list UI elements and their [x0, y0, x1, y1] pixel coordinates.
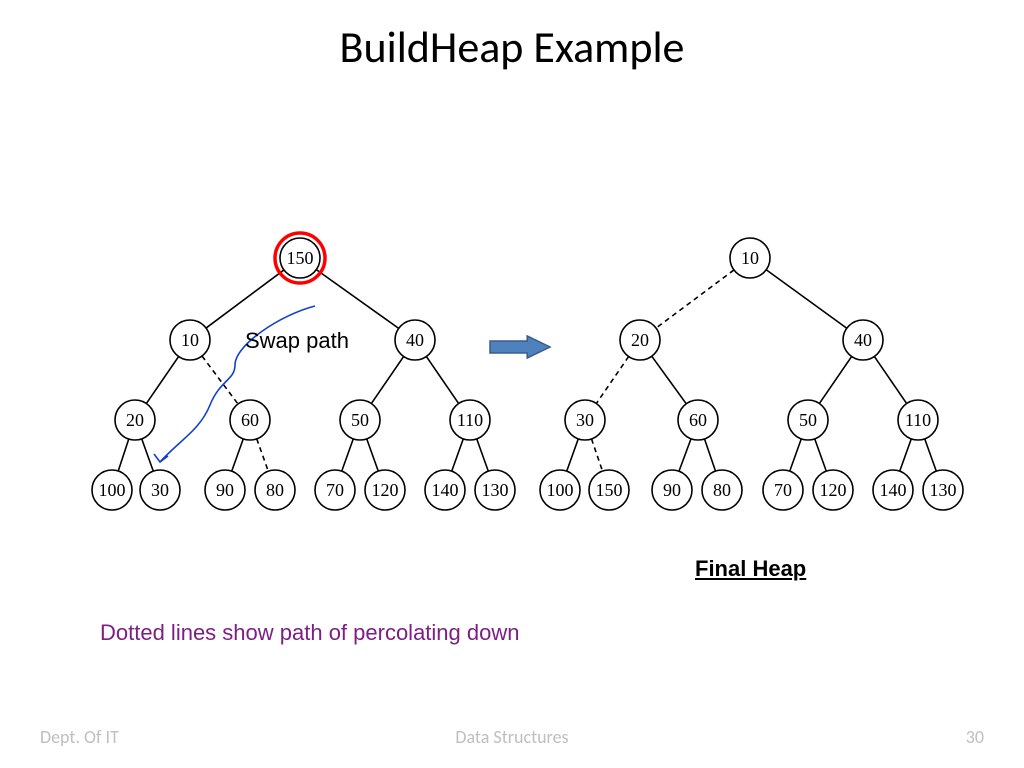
- node-value: 90: [216, 480, 234, 500]
- tree-edge: [118, 439, 129, 471]
- tree-node: 130: [475, 470, 515, 510]
- node-value: 80: [266, 480, 284, 500]
- tree-edge: [819, 356, 851, 403]
- node-value: 70: [774, 480, 792, 500]
- node-value: 90: [663, 480, 681, 500]
- tree-edge: [342, 439, 354, 471]
- dotted-note: Dotted lines show path of percolating do…: [100, 620, 519, 646]
- tree-node: 80: [255, 470, 295, 510]
- tree-node: 70: [763, 470, 803, 510]
- tree-edge: [367, 439, 379, 471]
- tree-edge: [452, 439, 464, 471]
- footer-page-number: 30: [966, 726, 984, 748]
- heap-diagram: 150 10 40 20 60 50 110 100 30 90 80 70 120 140 130 10 2…: [0, 0, 1024, 768]
- tree-node: 150: [589, 470, 629, 510]
- tree-edge: [426, 356, 458, 403]
- tree-node: 100: [540, 470, 580, 510]
- node-value: 110: [457, 410, 483, 430]
- tree-edge: [596, 356, 628, 403]
- tree-node: 30: [565, 400, 605, 440]
- tree-node: 110: [450, 400, 490, 440]
- tree-node: 80: [702, 470, 742, 510]
- node-value: 120: [372, 480, 399, 500]
- node-value: 130: [930, 480, 957, 500]
- tree-node: 50: [340, 400, 380, 440]
- tree-edge: [142, 439, 154, 471]
- tree-node: 60: [678, 400, 718, 440]
- node-value: 60: [689, 410, 707, 430]
- node-value: 70: [326, 480, 344, 500]
- tree-node: 120: [365, 470, 405, 510]
- right-tree: 10 20 40 30 60 50 110 100 150 90 80 70 120 140 130: [540, 238, 963, 510]
- tree-edge: [146, 356, 178, 403]
- tree-edge: [206, 270, 284, 328]
- footer-center: Data Structures: [0, 726, 1024, 748]
- tree-edge: [874, 356, 906, 403]
- tree-edge: [316, 270, 398, 329]
- final-heap-label: Final Heap: [695, 556, 806, 582]
- node-value: 50: [351, 410, 369, 430]
- tree-node: 150: [275, 233, 325, 283]
- tree-edge: [232, 439, 244, 471]
- tree-edge: [477, 439, 489, 471]
- node-value: 10: [181, 330, 199, 350]
- node-value: 150: [287, 248, 314, 268]
- tree-node: 20: [115, 400, 155, 440]
- node-value: 20: [126, 410, 144, 430]
- tree-node: 50: [788, 400, 828, 440]
- slide: BuildHeap Example 1501040206050110100309…: [0, 0, 1024, 768]
- tree-node: 60: [230, 400, 270, 440]
- tree-node: 30: [140, 470, 180, 510]
- node-value: 120: [820, 480, 847, 500]
- tree-node: 90: [205, 470, 245, 510]
- swap-path-label: Swap path: [245, 328, 349, 354]
- node-value: 30: [576, 410, 594, 430]
- tree-edge: [656, 270, 734, 328]
- node-value: 50: [799, 410, 817, 430]
- node-value: 60: [241, 410, 259, 430]
- node-value: 100: [547, 480, 574, 500]
- tree-node: 40: [395, 320, 435, 360]
- tree-node: 20: [620, 320, 660, 360]
- arrow-icon: [490, 336, 550, 358]
- tree-node: 140: [425, 470, 465, 510]
- tree-edge: [679, 439, 691, 472]
- tree-edge: [652, 356, 687, 404]
- node-value: 100: [99, 480, 126, 500]
- arrow-shape: [490, 336, 550, 358]
- tree-node: 140: [873, 470, 913, 510]
- tree-edge: [371, 356, 403, 403]
- tree-edge: [567, 439, 579, 471]
- tree-edge: [925, 439, 937, 471]
- node-value: 30: [151, 480, 169, 500]
- node-value: 110: [905, 410, 931, 430]
- tree-node: 120: [813, 470, 853, 510]
- tree-node: 90: [652, 470, 692, 510]
- node-value: 130: [482, 480, 509, 500]
- tree-edge: [202, 356, 238, 404]
- tree-node: 100: [92, 470, 132, 510]
- left-tree: 150 10 40 20 60 50 110 100 30 90 80 70 120 140 130: [92, 233, 515, 510]
- node-value: 10: [741, 248, 759, 268]
- node-value: 20: [631, 330, 649, 350]
- tree-edge: [815, 439, 827, 471]
- node-value: 140: [880, 480, 907, 500]
- tree-node: 10: [730, 238, 770, 278]
- node-value: 150: [596, 480, 623, 500]
- tree-edge: [900, 439, 912, 471]
- node-value: 140: [432, 480, 459, 500]
- tree-edge: [704, 439, 715, 471]
- tree-node: 70: [315, 470, 355, 510]
- tree-edge: [257, 439, 269, 471]
- tree-edge: [591, 439, 602, 471]
- tree-node: 10: [170, 320, 210, 360]
- tree-edge: [790, 439, 802, 471]
- tree-node: 130: [923, 470, 963, 510]
- node-value: 40: [854, 330, 872, 350]
- node-value: 40: [406, 330, 424, 350]
- tree-edge: [766, 270, 847, 329]
- tree-node: 110: [898, 400, 938, 440]
- node-value: 80: [713, 480, 731, 500]
- tree-node: 40: [843, 320, 883, 360]
